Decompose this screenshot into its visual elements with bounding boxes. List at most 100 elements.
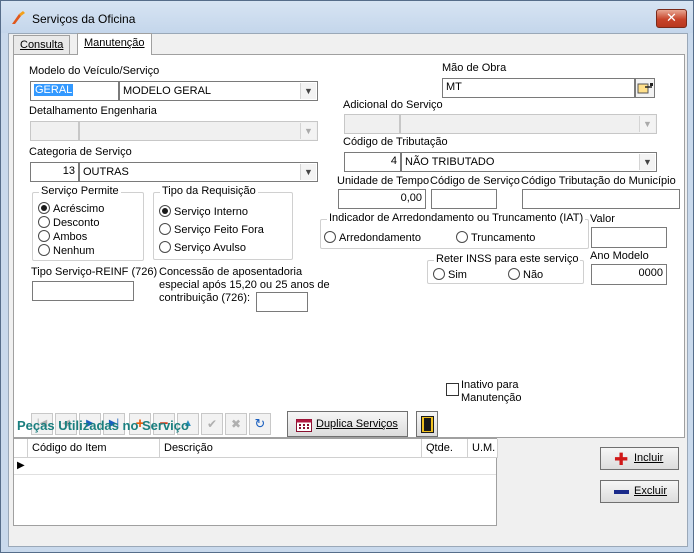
adicional-select[interactable]: ▼ xyxy=(400,114,657,134)
categoria-label: Categoria de Serviço xyxy=(29,146,132,158)
radio-servico-feito-fora[interactable]: Serviço Feito Fora xyxy=(159,223,264,236)
radio-reter-sim-label: Sim xyxy=(448,269,467,281)
detalhamento-code-field[interactable] xyxy=(30,121,79,141)
valor-label: Valor xyxy=(590,213,615,225)
incluir-button[interactable]: ✚ Incluir xyxy=(600,447,679,470)
radio-servico-feito-fora-control[interactable] xyxy=(159,223,171,235)
tab-manutencao-label: Manutenção xyxy=(84,37,145,49)
tributacao-code-field[interactable]: 4 xyxy=(344,152,401,172)
lookup-button[interactable] xyxy=(635,78,655,98)
tipo-reinf-label: Tipo Serviço-REINF (726) xyxy=(31,266,158,278)
radio-arredondamento-label: Arredondamento xyxy=(339,232,421,244)
confirm-icon[interactable]: ✔ xyxy=(201,413,223,435)
radio-reter-nao[interactable]: Não xyxy=(508,268,543,281)
col-qtde[interactable]: Qtde. xyxy=(422,439,468,458)
ano-modelo-field[interactable]: 0000 xyxy=(591,264,667,285)
aposentadoria-label-line3: contribuição (726): xyxy=(159,292,251,304)
codigo-servico-label: Código de Serviço xyxy=(430,175,520,187)
radio-servico-interno-control[interactable] xyxy=(159,205,171,217)
client-area: Consulta Manutenção Modelo do Veículo/Se… xyxy=(8,33,688,547)
radio-ambos-control[interactable] xyxy=(38,230,50,242)
radio-ambos[interactable]: Ambos xyxy=(38,230,87,243)
categoria-code-field[interactable]: 13 xyxy=(30,162,79,182)
radio-desconto[interactable]: Desconto xyxy=(38,216,99,229)
chevron-down-icon[interactable]: ▼ xyxy=(639,154,655,170)
refresh-icon[interactable]: ↻ xyxy=(249,413,271,435)
radio-desconto-label: Desconto xyxy=(53,217,100,229)
inativo-label-line2: Manutenção xyxy=(461,392,522,404)
radio-desconto-control[interactable] xyxy=(38,216,50,228)
exit-door-button[interactable] xyxy=(416,411,438,437)
window-title: Serviços da Oficina xyxy=(32,12,136,26)
tab-consulta-label: Consulta xyxy=(20,39,64,51)
tributacao-select-value: NÃO TRIBUTADO xyxy=(405,156,495,168)
trib-municipio-label: Código Tributação do Município xyxy=(521,175,676,187)
radio-arredondamento-control[interactable] xyxy=(324,231,336,243)
chevron-down-icon[interactable]: ▼ xyxy=(300,83,316,99)
main-window: Serviços da Oficina ✕ Consulta Manutençã… xyxy=(0,0,694,553)
modelo-select-value: MODELO GERAL xyxy=(123,85,212,97)
radio-servico-interno[interactable]: Serviço Interno xyxy=(159,205,248,218)
door-icon xyxy=(421,416,434,433)
valor-field[interactable] xyxy=(591,227,667,248)
adicional-code-field[interactable] xyxy=(344,114,400,134)
pecas-grid[interactable]: Código do Item Descrição Qtde. U.M. ▶ xyxy=(13,438,498,526)
chevron-down-icon[interactable]: ▼ xyxy=(300,123,316,139)
tipo-requisicao-title: Tipo da Requisição xyxy=(160,185,258,197)
chevron-down-icon[interactable]: ▼ xyxy=(639,116,655,132)
excluir-button[interactable]: Excluir xyxy=(600,480,679,503)
hand-pointer-icon xyxy=(637,83,653,94)
reter-inss-title: Reter INSS para este serviço xyxy=(434,253,581,265)
radio-ambos-label: Ambos xyxy=(53,231,88,243)
tipo-reinf-field[interactable] xyxy=(32,281,134,301)
codigo-servico-field[interactable] xyxy=(431,189,497,209)
modelo-code-value: GERAL xyxy=(34,84,74,96)
radio-servico-avulso[interactable]: Serviço Avulso xyxy=(159,241,246,254)
radio-acrescimo-control[interactable] xyxy=(38,202,50,214)
tab-manutencao[interactable]: Manutenção xyxy=(77,33,152,55)
aposentadoria-field[interactable] xyxy=(256,292,308,312)
radio-servico-avulso-label: Serviço Avulso xyxy=(174,242,246,254)
modelo-code-field[interactable]: GERAL xyxy=(30,81,119,101)
radio-servico-avulso-control[interactable] xyxy=(159,241,171,253)
radio-truncamento[interactable]: Truncamento xyxy=(456,231,535,244)
app-logo-icon xyxy=(12,11,25,24)
title-bar: Serviços da Oficina ✕ xyxy=(1,1,693,33)
detalhamento-select[interactable]: ▼ xyxy=(79,121,318,141)
duplica-servicos-button[interactable]: Duplica Serviços xyxy=(287,411,408,437)
unidade-tempo-label: Unidade de Tempo xyxy=(337,175,430,187)
tributacao-select[interactable]: NÃO TRIBUTADO ▼ xyxy=(401,152,657,172)
trib-municipio-field[interactable] xyxy=(522,189,680,209)
radio-nenhum-label: Nenhum xyxy=(53,245,95,257)
radio-servico-interno-label: Serviço Interno xyxy=(174,206,248,218)
radio-servico-feito-fora-label: Serviço Feito Fora xyxy=(174,224,264,236)
unidade-tempo-field[interactable]: 0,00 xyxy=(338,189,426,209)
cancel-icon[interactable]: ✖ xyxy=(225,413,247,435)
tab-consulta[interactable]: Consulta xyxy=(13,35,71,55)
incluir-label: Incluir xyxy=(634,452,664,464)
inativo-label-line1: Inativo para xyxy=(461,379,519,391)
mao-de-obra-field[interactable]: MT xyxy=(442,78,635,98)
chevron-down-icon[interactable]: ▼ xyxy=(300,164,316,180)
aposentadoria-label-line1: Concessão de aposentadoria xyxy=(159,266,303,278)
categoria-select[interactable]: OUTRAS ▼ xyxy=(79,162,318,182)
col-codigo-item[interactable]: Código do Item xyxy=(28,439,160,458)
radio-acrescimo[interactable]: Acréscimo xyxy=(38,202,104,215)
radio-nenhum-control[interactable] xyxy=(38,244,50,256)
radio-truncamento-control[interactable] xyxy=(456,231,468,243)
col-descricao[interactable]: Descrição xyxy=(160,439,422,458)
tab-panel-manutencao: Modelo do Veículo/Serviço GERAL MODELO G… xyxy=(13,54,685,438)
aposentadoria-label-line2: especial após 15,20 ou 25 anos de xyxy=(159,279,330,291)
inativo-checkbox[interactable] xyxy=(446,383,459,396)
grid-indicator-header xyxy=(14,439,28,458)
categoria-select-value: OUTRAS xyxy=(83,166,129,178)
radio-arredondamento[interactable]: Arredondamento xyxy=(324,231,421,244)
close-button[interactable]: ✕ xyxy=(656,9,687,28)
radio-reter-nao-control[interactable] xyxy=(508,268,520,280)
radio-reter-sim-control[interactable] xyxy=(433,268,445,280)
table-row[interactable]: ▶ xyxy=(14,458,496,475)
modelo-select[interactable]: MODELO GERAL ▼ xyxy=(119,81,318,101)
radio-nenhum[interactable]: Nenhum xyxy=(38,244,95,257)
col-um[interactable]: U.M. xyxy=(468,439,498,458)
radio-reter-sim[interactable]: Sim xyxy=(433,268,467,281)
